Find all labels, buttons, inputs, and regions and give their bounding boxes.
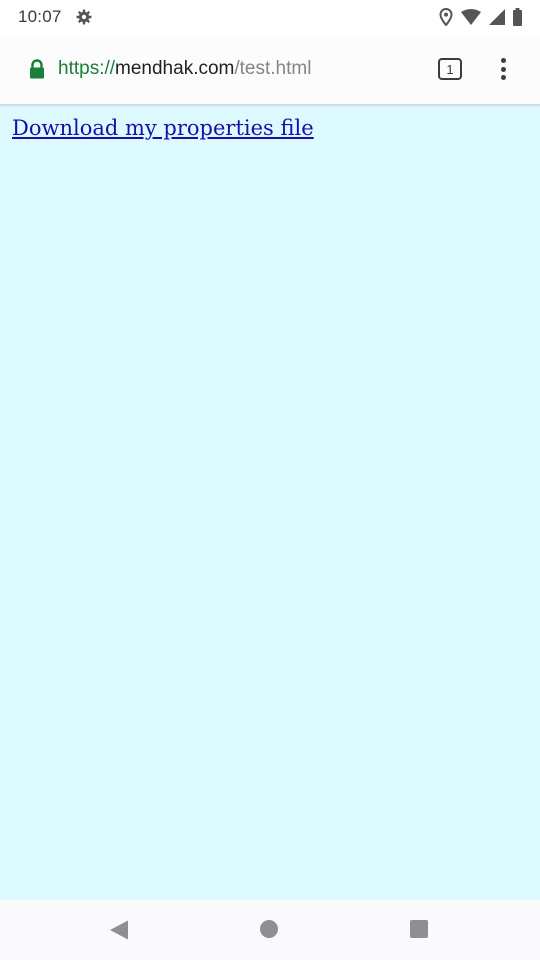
download-properties-link[interactable]: Download my properties file	[12, 116, 314, 140]
browser-toolbar: https://mendhak.com/test.html 1	[0, 34, 540, 104]
wifi-icon	[461, 9, 481, 25]
status-icons	[439, 8, 522, 26]
tab-count: 1	[446, 61, 454, 77]
url-host: mendhak.com	[115, 58, 235, 79]
status-bar: 10:07	[0, 0, 540, 34]
navigation-bar	[0, 900, 540, 960]
battery-icon	[513, 8, 522, 26]
browser-screen: 10:07 https://mendhak.com/test.html 1 Do…	[0, 0, 540, 960]
toolbar-shadow	[0, 104, 540, 108]
lock-icon	[28, 59, 46, 79]
location-icon	[439, 8, 453, 26]
back-icon[interactable]	[108, 919, 130, 941]
url-bar[interactable]: https://mendhak.com/test.html	[14, 48, 414, 90]
home-icon[interactable]	[260, 920, 278, 938]
web-content: Download my properties file	[0, 104, 540, 900]
url-path: /test.html	[234, 58, 312, 79]
url-text[interactable]: https://mendhak.com/test.html	[58, 58, 311, 80]
gear-icon	[76, 9, 92, 25]
menu-dot	[500, 58, 506, 63]
menu-dot	[500, 75, 506, 80]
status-time: 10:07	[18, 7, 62, 26]
menu-dot	[500, 66, 506, 72]
overflow-menu-button[interactable]	[492, 56, 514, 82]
cellular-signal-icon	[489, 9, 505, 25]
recents-icon[interactable]	[410, 920, 428, 938]
url-scheme: https://	[58, 58, 116, 79]
tab-switcher-button[interactable]: 1	[438, 58, 462, 80]
